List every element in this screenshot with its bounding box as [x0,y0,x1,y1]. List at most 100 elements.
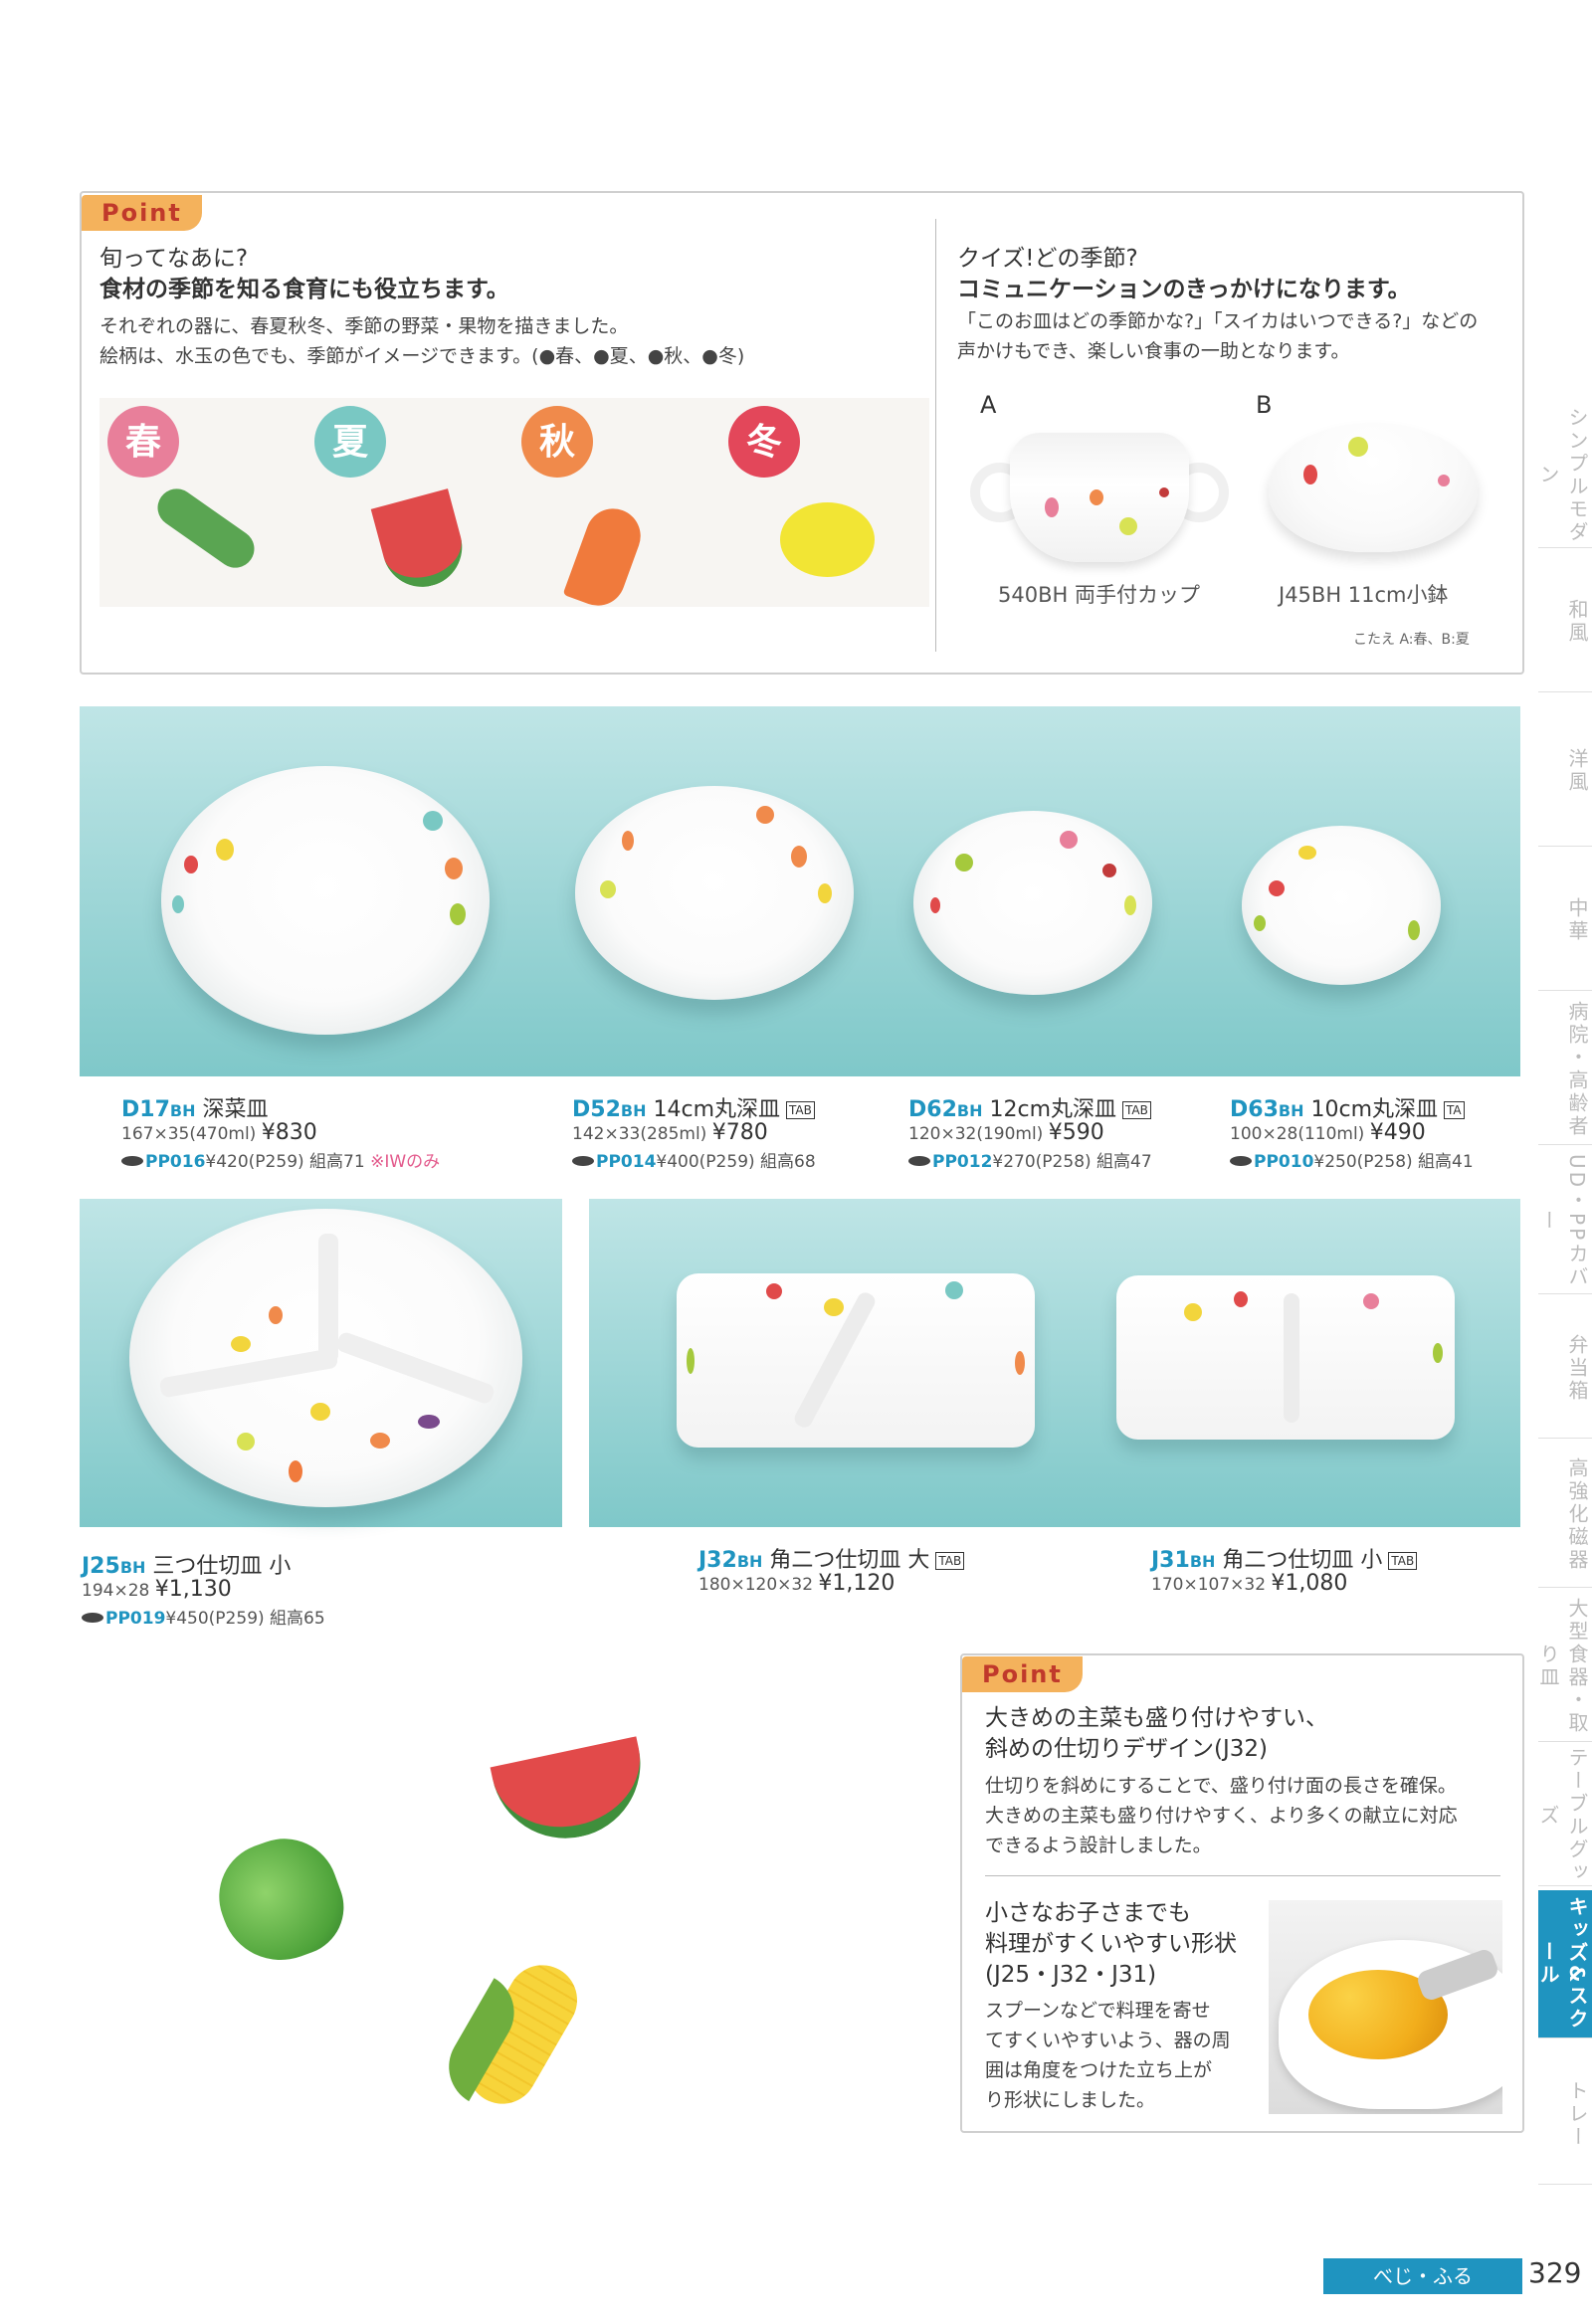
decor-dot [216,839,234,861]
scoop-heading-1: 小さなお子さまでも [985,1900,1191,1926]
lid-icon [82,1613,103,1623]
decor-dot [450,903,466,925]
decor-dot [1298,846,1316,860]
season-image-spring: 春 [100,398,308,607]
footer-series-label: べじ・ふる [1323,2258,1522,2294]
side-tab-large-dishes[interactable]: 大型食器・取り皿 [1536,1592,1592,1742]
decor-dot [1433,1343,1443,1363]
decor-dot [945,1281,963,1299]
quiz-caption-a: 540BH 両手付カップ [998,583,1200,607]
divider-wall [318,1234,338,1363]
side-tab-japanese[interactable]: 和風 [1538,552,1592,692]
side-tab-ud-pp-cover[interactable]: UD・PPカバー [1536,1149,1592,1294]
two-handle-cup-illustration [970,428,1229,567]
lid-icon [121,1156,143,1166]
side-tab-tray[interactable]: トレー [1538,2044,1592,2185]
bell-pepper-illustration [204,1824,357,1977]
decor-dot [418,1415,440,1429]
watermelon-illustration [370,488,472,596]
product-name-d52: D52BH 14cm丸深皿 TAB [572,1091,815,1123]
quiz-answer: こたえ A:春、B:夏 [1353,632,1470,648]
season-image-summer: 夏 [306,398,515,607]
product-name-d17: D17BH 深菜皿 [121,1097,269,1122]
product-pp-d52: PP014¥400(P259) 組高68 [572,1147,816,1172]
carrot-illustration [562,500,649,607]
quiz-body-2: 声かけもでき、楽しい食事の一助となります。 [957,340,1350,362]
product-pp-d17: PP016¥420(P259) 組高71 ※IWのみ [121,1147,440,1172]
point-box-divider [935,219,936,652]
season-badge-spring: 春 [107,406,179,478]
divider-wall [1284,1293,1299,1423]
quiz-letter-a: A [980,391,997,419]
decor-dot [1060,831,1078,849]
product-spec-d63: 100×28(110ml) ¥490 [1230,1120,1426,1145]
decor-dot [824,1298,844,1316]
decor-dot [687,1348,695,1374]
side-tab-hospital[interactable]: 病院・高齢者 [1538,995,1592,1145]
product-spec-j32: 180×120×32 ¥1,120 [698,1571,896,1596]
side-tab-kids-school[interactable]: キッズ&スクール [1536,1890,1592,2038]
decor-dot [1184,1303,1202,1321]
product-pp-d63: PP010¥250(P258) 組高41 [1230,1147,1474,1172]
product-name-j32: J32BH 角二つ仕切皿 大 TAB [698,1542,965,1574]
point-box-separator [985,1875,1500,1876]
lemon-illustration [780,502,875,577]
lid-icon [572,1156,594,1166]
scoop-heading-3: (J25・J32・J31) [985,1962,1157,1988]
decor-dot [237,1433,255,1451]
quiz-letter-b: B [1256,391,1273,419]
small-bowl-illustration [1269,423,1478,562]
page-number: 329 [1528,2256,1582,2289]
decor-dot [289,1460,302,1482]
corn-illustration [434,1952,590,2117]
product-name-d63: D63BH 10cm丸深皿 TA [1230,1091,1465,1123]
decor-dot [930,897,940,913]
side-tab-western[interactable]: 洋風 [1538,696,1592,847]
seasons-heading-2: 食材の季節を知る食育にも役立ちます。 [100,277,509,302]
side-tab-table-goods[interactable]: テーブルグッズ [1536,1746,1592,1886]
quiz-heading-1: クイズ!どの季節? [957,246,1138,272]
design-heading-2: 斜めの仕切りデザイン(J32) [985,1736,1268,1762]
product-name-j31: J31BH 角二つ仕切皿 小 TAB [1151,1542,1418,1574]
product-spec-d17: 167×35(470ml) ¥830 [121,1120,317,1145]
side-tab-bento[interactable]: 弁当箱 [1538,1298,1592,1439]
decor-dot [172,895,184,913]
decor-dot [1254,915,1266,931]
lid-icon [1230,1156,1252,1166]
quiz-caption-b: J45BH 11cm小鉢 [1279,583,1449,607]
quiz-body-1: 「このお皿はどの季節かな?」「スイカはいつできる?」などの [957,310,1479,332]
scoop-body-2: てすくいやすいよう、器の周 [985,2030,1231,2051]
side-tab-reinforced-porcelain[interactable]: 高強化磁器 [1538,1443,1592,1588]
decor-dot [370,1433,390,1449]
decor-dot [1408,920,1420,940]
decor-dot [269,1306,283,1324]
side-tab-chinese[interactable]: 中華 [1538,851,1592,991]
decor-dot [756,806,774,824]
design-body-1: 仕切りを斜めにすることで、盛り付け面の長さを確保。 [985,1775,1457,1797]
decor-dot [1269,880,1285,896]
scoop-body-3: 囲は角度をつけた立ち上が [985,2059,1213,2081]
plate-d17 [161,766,490,1035]
scoop-heading-2: 料理がすくいやすい形状 [985,1931,1237,1957]
design-body-2: 大きめの主菜も盛り付けやすく、より多くの献立に対応 [985,1805,1458,1827]
season-badge-winter: 冬 [728,406,800,478]
plate-d52 [575,786,854,1000]
decor-dot [1124,895,1136,915]
quiz-heading-2: コミュニケーションのきっかけになります。 [957,277,1411,302]
decor-dot [791,846,807,868]
design-body-3: できるよう設計しました。 [985,1835,1212,1856]
point-tag: Point [82,195,202,231]
season-badge-summer: 夏 [314,406,386,478]
decor-dot [1363,1293,1379,1309]
product-spec-j25: 194×28 ¥1,130 [82,1577,232,1602]
scoop-body-1: スプーンなどで料理を寄せ [985,2000,1211,2022]
plate-d63 [1242,826,1441,985]
decor-dot [818,883,832,903]
decor-dot [1234,1291,1248,1307]
scoop-body-4: り形状にしました。 [985,2089,1156,2111]
watermelon-slice-illustration [490,1736,655,1852]
product-name-d62: D62BH 12cm丸深皿 TAB [908,1091,1151,1123]
side-tab-simple-modern[interactable]: シンプルモダン [1536,403,1592,548]
plate-d62 [913,811,1152,995]
season-image-autumn: 秋 [513,398,722,607]
